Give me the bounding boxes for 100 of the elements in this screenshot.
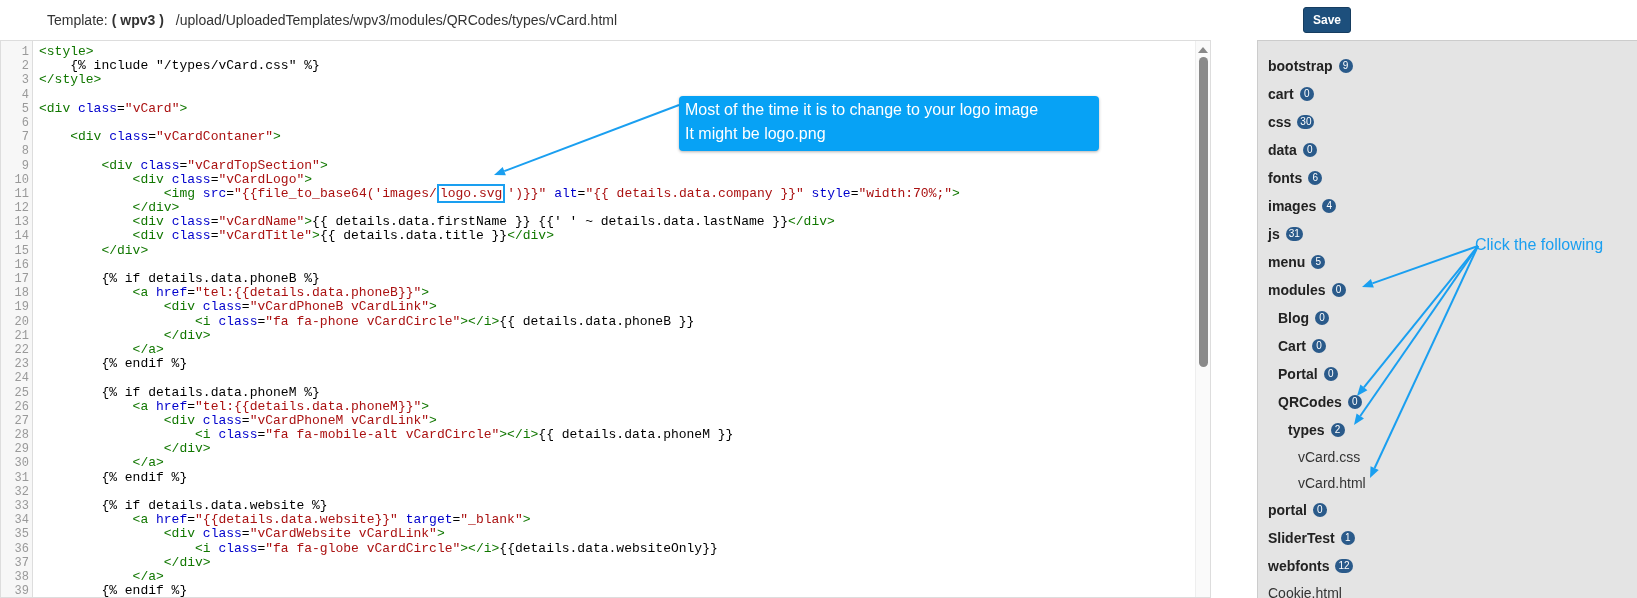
folder-item[interactable]: bootstrap: [1268, 58, 1333, 74]
line-number: 32: [13, 484, 30, 499]
count-badge: 1: [1340, 531, 1355, 545]
annotation-text: Click the following: [1475, 236, 1604, 254]
template-name: ( wpv3 ): [111, 12, 164, 28]
code-line: <div class="vCardTopSection">: [100, 158, 328, 173]
code-line: <div class="vCardPhoneB vCardLink">: [162, 300, 437, 315]
scroll-up-icon[interactable]: [1198, 47, 1208, 53]
count-badge: 2: [1330, 423, 1345, 437]
scrollbar[interactable]: [1195, 41, 1210, 597]
line-number: 11: [13, 186, 30, 202]
folder-item[interactable]: images: [1268, 198, 1317, 214]
count-badge: 0: [1347, 395, 1362, 409]
line-number: 6: [20, 115, 30, 131]
code-line: </style>: [39, 73, 102, 88]
line-number: 2: [20, 59, 30, 74]
count-badge: 4: [1322, 199, 1337, 213]
line-number: 5: [20, 101, 30, 116]
line-number: 20: [13, 314, 30, 329]
folder-item[interactable]: css: [1268, 114, 1292, 130]
folder-item[interactable]: js: [1268, 226, 1280, 242]
line-number: 24: [13, 371, 30, 386]
code-line: {% if details.data.website %}: [100, 499, 328, 514]
file-path: /upload/UploadedTemplates/wpv3/modules/QRCodes/types/vCard.html: [175, 12, 618, 28]
count-badge: 5: [1311, 255, 1326, 269]
code-line: </div>: [100, 243, 149, 258]
code-line: <i class="fa fa-globe vCardCircle"></i>{{details.data.websiteOnly}}: [194, 541, 718, 556]
line-number: 16: [13, 257, 30, 272]
line-number: 8: [20, 144, 30, 159]
code-line: {% if details.data.phoneB %}: [100, 272, 320, 287]
count-badge: 0: [1312, 503, 1327, 517]
code-line: </a>: [131, 342, 164, 358]
folder-item[interactable]: SliderTest: [1268, 530, 1335, 546]
code-line: <div class="vCardTitle">{{ details.data.title }}</div>: [131, 229, 554, 244]
line-number: 19: [13, 300, 30, 315]
file-item[interactable]: vCard.html: [1298, 475, 1366, 491]
folder-item[interactable]: fonts: [1268, 170, 1303, 186]
callout-text: Most of the time it is to change to your logo image: [685, 100, 1040, 120]
line-number: 35: [13, 527, 30, 542]
folder-item[interactable]: Portal: [1278, 366, 1318, 382]
line-number: 15: [13, 243, 30, 258]
code-line: <a href="{{details.data.website}}" target="_blank">: [131, 513, 531, 528]
folder-item[interactable]: Cart: [1278, 338, 1306, 354]
code-line: <img src="{{file_to_base64('images/ logo.svg ')}}" alt="{{ details.data.company }}" style="width:70%;">: [163, 186, 960, 202]
line-number: 33: [13, 499, 30, 514]
line-number: 38: [13, 569, 30, 585]
folder-item[interactable]: cart: [1268, 86, 1294, 102]
line-number: 12: [13, 201, 30, 216]
save-button[interactable]: Save: [1303, 7, 1351, 33]
folder-item[interactable]: webfonts: [1268, 558, 1330, 574]
count-badge: 6: [1308, 171, 1323, 185]
line-number: 23: [13, 357, 30, 372]
file-item[interactable]: Cookie.html: [1268, 585, 1342, 598]
folder-item[interactable]: data: [1268, 142, 1297, 158]
code-line: </div>: [163, 442, 211, 457]
count-badge: 0: [1302, 143, 1317, 157]
code-line: {% include "/types/vCard.css" %}: [69, 59, 320, 74]
line-number: 4: [20, 87, 30, 102]
folder-item[interactable]: menu: [1268, 254, 1306, 270]
code-line: <div class="vCardContaner">: [69, 130, 281, 145]
code-line: </a>: [131, 456, 164, 471]
code-line: {% if details.data.phoneM %}: [100, 385, 320, 400]
code-line: <style>: [39, 45, 94, 60]
count-badge: 12: [1335, 559, 1353, 573]
line-number: 1: [20, 45, 30, 60]
folder-item[interactable]: Blog: [1278, 310, 1310, 326]
code-line: <div class="vCardName">{{ details.data.firstName }} {{' ' ~ details.data.lastName }}</div>: [131, 215, 835, 230]
line-number: 30: [13, 456, 30, 471]
line-number: 27: [13, 413, 30, 429]
folder-item[interactable]: QRCodes: [1278, 394, 1342, 410]
code-line: {% endif %}: [100, 470, 188, 485]
code-line: <div class="vCardLogo">: [131, 172, 313, 187]
count-badge: 30: [1297, 115, 1315, 129]
line-number: 39: [13, 584, 30, 597]
count-badge: 0: [1315, 311, 1330, 325]
line-number: 22: [13, 342, 30, 358]
template-label: Template:: [47, 12, 108, 28]
scrollbar-thumb[interactable]: [1198, 57, 1208, 367]
line-number: 18: [13, 286, 30, 301]
folder-item[interactable]: portal: [1268, 502, 1307, 518]
line-number: 10: [13, 172, 30, 187]
folder-item[interactable]: types: [1288, 422, 1325, 438]
line-number: 17: [13, 272, 30, 287]
code-line: <i class="fa fa-phone vCardCircle"></i>{{ details.data.phoneB }}: [194, 314, 695, 329]
callout-text: It might be logo.png: [685, 124, 827, 144]
code-line: </div>: [131, 201, 180, 216]
code-line: {% endif %}: [100, 357, 188, 372]
folder-item[interactable]: modules: [1268, 282, 1326, 298]
line-number: 9: [20, 158, 30, 173]
count-badge: 0: [1299, 87, 1314, 101]
line-number: 37: [13, 555, 30, 570]
file-item[interactable]: vCard.css: [1298, 449, 1361, 465]
code-line: </div>: [163, 328, 211, 343]
count-badge: 0: [1323, 367, 1338, 381]
code-line: <div class="vCardWebsite vCardLink">: [162, 527, 445, 542]
code-line: <div class="vCardPhoneM vCardLink">: [162, 413, 437, 429]
code-line: <div class="vCard">: [39, 101, 188, 116]
count-badge: 9: [1338, 59, 1353, 73]
code-line: </div>: [163, 555, 211, 570]
count-badge: 0: [1331, 283, 1346, 297]
